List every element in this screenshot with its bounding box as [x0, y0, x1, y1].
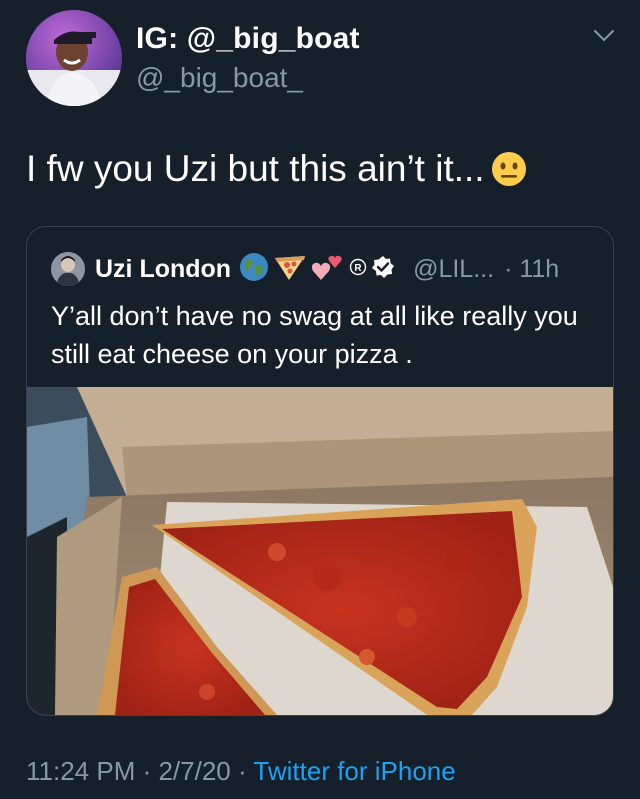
quoted-time: · 11h [504, 254, 560, 283]
author-avatar[interactable] [26, 10, 122, 106]
quoted-display-name: Uzi London [95, 254, 232, 283]
pizza-icon [273, 252, 307, 287]
hearts-icon [311, 252, 345, 287]
quoted-tweet-card[interactable]: Uzi London R @LIL... · 11h Y’all don’t h… [26, 226, 614, 716]
author-display-name[interactable]: IG: @_big_boat [136, 22, 360, 56]
verified-badge-icon [371, 255, 395, 284]
tweet-text-content: I fw you Uzi but this ain’t it... [26, 148, 485, 189]
chevron-down-icon[interactable] [592, 26, 616, 46]
quoted-tweet-header: Uzi London R @LIL... · 11h [51, 251, 559, 287]
quoted-tweet-text: Y’all don’t have no swag at all like rea… [51, 301, 578, 369]
svg-text:R: R [354, 263, 362, 274]
author-handle[interactable]: @_big_boat_ [136, 62, 303, 94]
quoted-handle: @LIL... [413, 254, 495, 283]
meta-separator: · [135, 756, 159, 786]
tweet-text: I fw you Uzi but this ain’t it... [26, 148, 527, 196]
tweet-date: 2/7/20 [158, 756, 231, 786]
neutral-face-icon [491, 151, 527, 196]
registered-icon: R [349, 258, 367, 281]
tweet-meta: 11:24 PM · 2/7/20 · Twitter for iPhone [26, 756, 456, 787]
pizza-photo[interactable] [27, 387, 613, 715]
tweet-time: 11:24 PM [26, 756, 136, 786]
meta-separator-2: · [230, 756, 254, 786]
tweet-source-link[interactable]: Twitter for iPhone [253, 756, 455, 786]
globe-icon [239, 252, 269, 287]
quoted-avatar [51, 252, 85, 286]
name-emojis: R [239, 252, 395, 287]
